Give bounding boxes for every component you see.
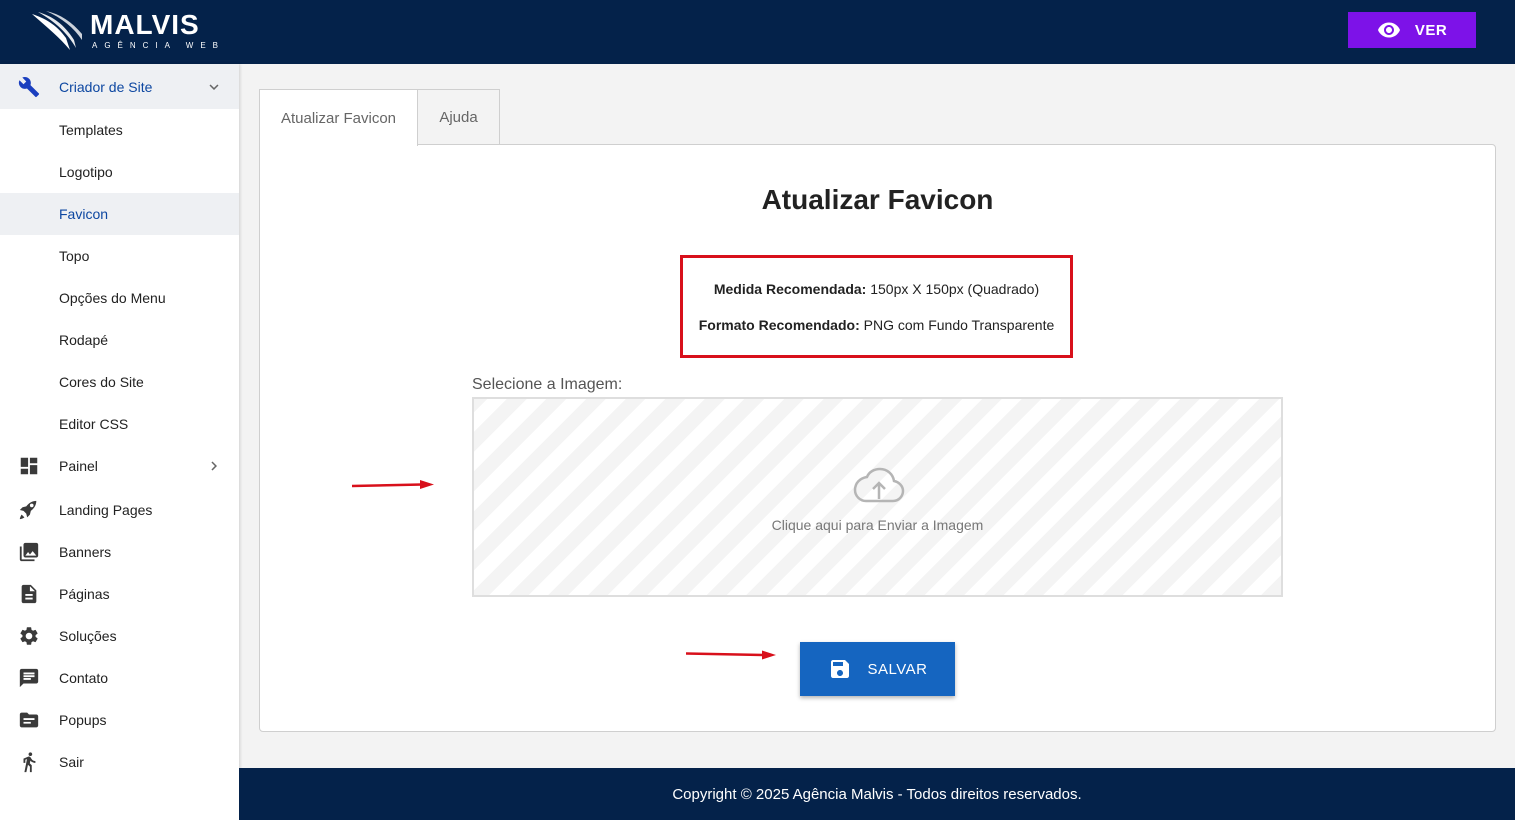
wing-logo-icon: [32, 11, 82, 50]
sidebar-item-label: Contato: [59, 670, 109, 686]
sidebar-item-popups[interactable]: Popups: [0, 699, 239, 741]
sidebar-subitem-label: Topo: [59, 248, 90, 264]
rocket-icon: [17, 498, 41, 522]
chevron-down-icon: [205, 78, 223, 96]
sidebar-subitem-label: Favicon: [59, 206, 109, 222]
sidebar-item-label: Banners: [59, 544, 112, 560]
top-bar: MALVIS AGÊNCIA WEB VER: [0, 0, 1515, 64]
logo-subtitle: AGÊNCIA WEB: [92, 41, 226, 50]
tab-label: Ajuda: [439, 109, 478, 126]
sidebar-subitem-topo[interactable]: Topo: [0, 235, 239, 277]
sidebar-subitem-label: Rodapé: [59, 332, 109, 348]
floppy-disk-icon: [830, 660, 849, 678]
recommended-format-label: Formato Recomendado:: [698, 316, 860, 333]
chat-icon: [17, 666, 41, 690]
recommended-size-label: Medida Recomendada:: [713, 280, 867, 297]
recommended-format-value: PNG com Fundo Transparente: [863, 316, 1055, 333]
footer: Copyright © 2025 Agência Malvis - Todos …: [239, 768, 1515, 820]
sidebar-subitem-logotipo[interactable]: Logotipo: [0, 151, 239, 193]
sidebar-subitem-label: Templates: [59, 122, 123, 138]
sidebar-item-landing-pages[interactable]: Landing Pages: [0, 489, 239, 531]
wrench-icon: [17, 75, 41, 99]
sidebar-item-sair[interactable]: Sair: [0, 741, 239, 783]
view-site-label: VER: [1414, 21, 1448, 39]
sidebar-subitem-templates[interactable]: Templates: [0, 109, 239, 151]
sidebar-item-contato[interactable]: Contato: [0, 657, 239, 699]
sidebar-item-solucoes[interactable]: Soluções: [0, 615, 239, 657]
tab-update-favicon[interactable]: Atualizar Favicon: [259, 89, 418, 146]
sidebar-subitem-favicon[interactable]: Favicon: [0, 193, 239, 235]
select-image-label: Selecione a Imagem:: [472, 376, 623, 393]
malvis-logo[interactable]: MALVIS AGÊNCIA WEB: [30, 10, 225, 54]
save-button-label: SALVAR: [867, 660, 928, 678]
eye-icon: [1377, 22, 1400, 38]
recommended-size: Medida Recomendada: 150px X 150px (Quadr…: [714, 281, 1039, 297]
sidebar-item-label: Sair: [59, 754, 84, 770]
sidebar-item-paginas[interactable]: Páginas: [0, 573, 239, 615]
popup-icon: [17, 708, 41, 732]
copyright-text: Copyright © 2025 Agência Malvis - Todos …: [672, 785, 1082, 803]
recommended-size-value: 150px X 150px (Quadrado): [870, 280, 1040, 297]
sidebar-item-banners[interactable]: Banners: [0, 531, 239, 573]
sidebar-subitem-label: Cores do Site: [59, 374, 144, 390]
photo-library-icon: [17, 540, 41, 564]
sidebar-subitem-site-colors[interactable]: Cores do Site: [0, 361, 239, 403]
recommended-format: Formato Recomendado: PNG com Fundo Trans…: [699, 317, 1055, 333]
sidebar-subitem-menu-options[interactable]: Opções do Menu: [0, 277, 239, 319]
recommendation-box: Medida Recomendada: 150px X 150px (Quadr…: [680, 255, 1073, 358]
sidebar-item-label: Popups: [59, 712, 107, 728]
tab-label: Atualizar Favicon: [280, 109, 397, 127]
sidebar-subitem-rodape[interactable]: Rodapé: [0, 319, 239, 361]
sidebar-item-site-builder[interactable]: Criador de Site: [0, 64, 239, 109]
view-site-button[interactable]: VER: [1348, 12, 1476, 48]
gear-icon: [17, 624, 41, 648]
sidebar-subitem-css-editor[interactable]: Editor CSS: [0, 403, 239, 445]
exit-person-icon: [17, 750, 41, 774]
sidebar-item-painel[interactable]: Painel: [0, 445, 239, 487]
sidebar-subitem-label: Editor CSS: [59, 416, 129, 432]
save-button[interactable]: SALVAR: [800, 642, 955, 696]
document-icon: [17, 582, 41, 606]
sidebar-item-label: Soluções: [59, 628, 117, 644]
tab-help[interactable]: Ajuda: [417, 89, 500, 145]
image-upload-dropzone[interactable]: Clique aqui para Enviar a Imagem: [472, 397, 1283, 597]
sidebar-item-label: Landing Pages: [59, 502, 153, 518]
dashboard-icon: [17, 454, 41, 478]
chevron-right-icon: [205, 457, 223, 475]
dropzone-text: Clique aqui para Enviar a Imagem: [771, 517, 984, 533]
annotation-arrow-icon: [686, 650, 776, 660]
sidebar-item-label: Páginas: [59, 586, 110, 602]
page-title: Atualizar Favicon: [761, 184, 994, 215]
cloud-upload-icon: [853, 467, 905, 503]
sidebar-item-label: Painel: [59, 458, 98, 474]
logo-name: MALVIS: [90, 9, 200, 40]
sidebar-subitem-label: Logotipo: [59, 164, 113, 180]
annotation-arrow-icon: [352, 480, 434, 489]
sidebar-item-label: Criador de Site: [59, 78, 153, 95]
sidebar-subitem-label: Opções do Menu: [59, 290, 166, 306]
sidebar: Criador de Site Templates Logotipo Favic…: [0, 64, 239, 820]
